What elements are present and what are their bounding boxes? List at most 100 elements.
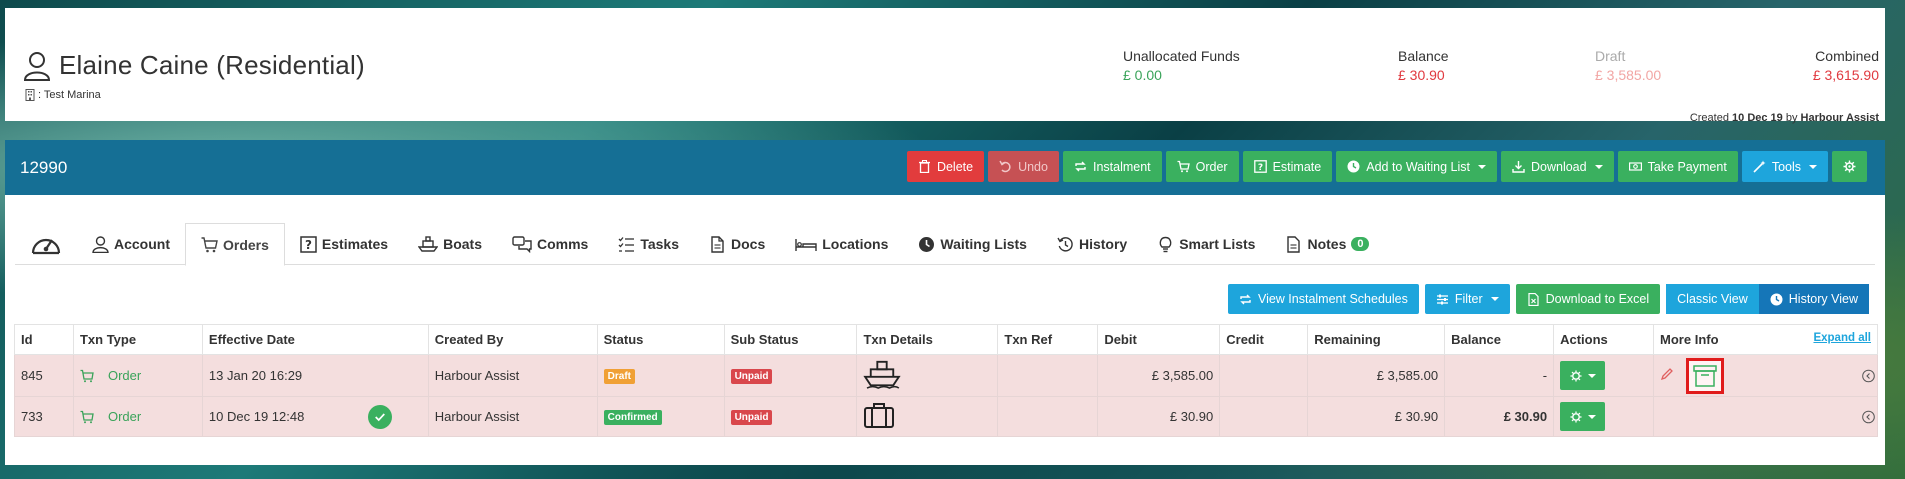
- gear-icon: [1570, 369, 1582, 382]
- tab-tasks[interactable]: Tasks: [603, 223, 694, 265]
- view-instalment-schedules-button[interactable]: View Instalment Schedules: [1227, 284, 1419, 314]
- order-button[interactable]: Order: [1165, 151, 1239, 182]
- balance-funds: Balance £ 30.90: [1398, 48, 1449, 83]
- tab-orders[interactable]: Orders: [185, 223, 285, 266]
- comments-icon: [512, 235, 532, 253]
- marina-label: : Test Marina: [25, 89, 101, 101]
- created-by-prefix: by: [1785, 112, 1798, 124]
- download-to-excel-button[interactable]: Download to Excel: [1515, 284, 1661, 314]
- classic-view-button[interactable]: Classic View: [1666, 284, 1759, 314]
- row-credit: [1219, 396, 1309, 437]
- transactions-table: Id Txn Type Effective Date Created By St…: [14, 324, 1878, 437]
- col-txn-type[interactable]: Txn Type: [72, 324, 203, 355]
- more-info-label: More Info: [1660, 332, 1719, 347]
- tools-button[interactable]: Tools: [1741, 151, 1828, 182]
- tab-comms[interactable]: Comms: [497, 223, 603, 265]
- trash-icon: [918, 160, 930, 173]
- tab-boats[interactable]: Boats: [403, 223, 497, 265]
- col-txn-ref[interactable]: Txn Ref: [997, 324, 1099, 355]
- tab-locations[interactable]: Locations: [780, 223, 903, 265]
- add-to-waiting-list-button[interactable]: Add to Waiting List: [1336, 151, 1497, 182]
- col-effective-date[interactable]: Effective Date: [201, 324, 429, 355]
- estimate-button[interactable]: ? Estimate: [1242, 151, 1333, 182]
- expand-all-link[interactable]: Expand all: [1813, 332, 1871, 347]
- tab-waiting-lists[interactable]: Waiting Lists: [903, 223, 1042, 265]
- download-label: Download: [1531, 159, 1587, 174]
- tab-smart-lists-label: Smart Lists: [1179, 236, 1256, 252]
- caret-down-icon: [1587, 373, 1596, 378]
- row-effective-date: 10 Dec 19 12:48: [201, 396, 429, 437]
- row-actions-button[interactable]: [1560, 361, 1606, 390]
- history-icon: [1057, 236, 1073, 252]
- col-balance[interactable]: Balance: [1444, 324, 1555, 355]
- instalment-button[interactable]: Instalment: [1062, 151, 1162, 182]
- sub-status-badge: Unpaid: [730, 369, 773, 384]
- repeat-icon: [1075, 161, 1086, 172]
- settings-button[interactable]: [1832, 151, 1867, 182]
- combined-funds: Combined £ 3,615.90: [1813, 48, 1879, 83]
- row-sub-status: Unpaid: [723, 396, 858, 437]
- row-created-by: Harbour Assist: [427, 396, 598, 437]
- row-txn-ref: [997, 396, 1099, 437]
- gear-icon: [1570, 410, 1582, 423]
- chevron-left-circle-icon[interactable]: [1862, 369, 1875, 382]
- tab-estimates[interactable]: ? Estimates: [285, 223, 403, 265]
- tab-smart-lists[interactable]: Smart Lists: [1142, 223, 1270, 265]
- combined-value: £ 3,615.90: [1812, 67, 1879, 83]
- row-txn-type: Order: [72, 396, 203, 437]
- tab-account[interactable]: Account: [77, 223, 185, 265]
- row-actions-button[interactable]: [1560, 402, 1606, 431]
- ship-icon: [418, 235, 439, 252]
- tab-tasks-label: Tasks: [640, 236, 680, 252]
- row-balance: £ 30.90: [1444, 396, 1555, 437]
- col-credit[interactable]: Credit: [1219, 324, 1309, 355]
- draft-value: £ 3,585.00: [1595, 67, 1662, 83]
- chevron-left-circle-icon[interactable]: [1862, 410, 1875, 423]
- status-badge: Confirmed: [603, 410, 662, 425]
- row-sub-status: Unpaid: [723, 354, 858, 397]
- record-id: 12990: [20, 158, 68, 177]
- row-actions: [1553, 354, 1655, 397]
- history-view-button[interactable]: History View: [1758, 284, 1869, 314]
- ship-icon: [863, 360, 902, 389]
- tab-docs[interactable]: Docs: [694, 223, 780, 265]
- col-sub-status[interactable]: Sub Status: [723, 324, 858, 355]
- download-button[interactable]: Download: [1501, 151, 1614, 182]
- row-more-info: [1653, 396, 1878, 437]
- balance-value: £ 30.90: [1398, 67, 1445, 83]
- col-status[interactable]: Status: [596, 324, 725, 355]
- archive-icon[interactable]: [1685, 357, 1724, 394]
- check-circle-icon: [367, 404, 392, 429]
- row-debit: £ 3,585.00: [1097, 354, 1221, 397]
- balance-label: Balance: [1398, 48, 1449, 64]
- tab-notes[interactable]: Notes 0: [1270, 223, 1384, 265]
- take-payment-button[interactable]: Take Payment: [1617, 151, 1738, 182]
- filter-button[interactable]: Filter: [1424, 284, 1510, 314]
- col-id[interactable]: Id: [14, 324, 74, 355]
- col-debit[interactable]: Debit: [1097, 324, 1221, 355]
- caret-down-icon: [1809, 164, 1817, 169]
- tab-docs-label: Docs: [731, 236, 766, 252]
- delete-button[interactable]: Delete: [906, 151, 985, 182]
- col-remaining[interactable]: Remaining: [1307, 324, 1446, 355]
- table-row[interactable]: 733 Order 10 Dec 19 12:48 Harbour Assist…: [14, 396, 1878, 437]
- caret-down-icon: [1490, 297, 1499, 301]
- gear-icon: [1843, 160, 1856, 173]
- customer-title: Elaine Caine (Residential): [23, 50, 365, 81]
- document-icon: [1287, 235, 1301, 253]
- customer-name: Elaine Caine (Residential): [59, 50, 365, 80]
- col-txn-details[interactable]: Txn Details: [856, 324, 999, 355]
- main-panel: 12990 Delete Undo Instalment Order ? Est…: [5, 140, 1885, 465]
- col-created-by[interactable]: Created By: [427, 324, 598, 355]
- customer-header: Elaine Caine (Residential) : Test Marina…: [5, 8, 1885, 124]
- tab-history[interactable]: History: [1042, 223, 1142, 265]
- table-row[interactable]: 845 Order 13 Jan 20 16:29 Harbour Assist…: [14, 354, 1878, 397]
- row-debit: £ 30.90: [1097, 396, 1221, 437]
- sliders-icon: [1436, 294, 1448, 304]
- tab-account-label: Account: [114, 236, 170, 252]
- pencil-icon[interactable]: [1660, 367, 1674, 384]
- effective-date-text: 10 Dec 19 12:48: [208, 409, 305, 424]
- tab-dashboard[interactable]: [15, 223, 77, 265]
- undo-button[interactable]: Undo: [988, 151, 1059, 182]
- view-toggle: Classic View History View: [1666, 284, 1869, 314]
